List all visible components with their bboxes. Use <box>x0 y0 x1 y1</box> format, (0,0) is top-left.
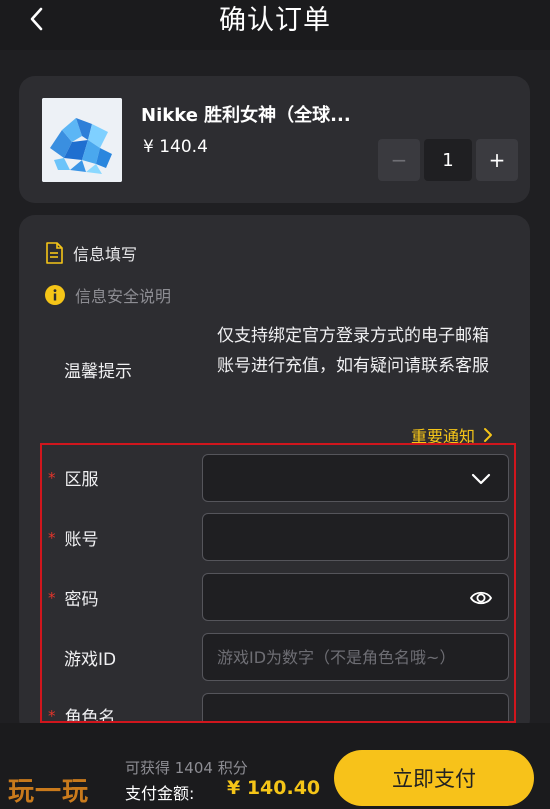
watermark-logo: 玩一玩 <box>8 777 90 807</box>
safety-note-label: 信息安全说明 <box>75 287 172 306</box>
info-icon <box>45 285 65 305</box>
back-button[interactable] <box>22 4 50 34</box>
info-section-header: 信息填写 <box>45 241 137 265</box>
tip-label: 温馨提示 <box>64 362 132 382</box>
quantity-value[interactable]: 1 <box>424 139 472 181</box>
tip-text: 仅支持绑定官方登录方式的电子邮箱账号进行充值，如有疑问请联系客服 <box>217 326 489 376</box>
quantity-stepper: − 1 + <box>378 139 518 181</box>
product-card: Nikke 胜利女神（全球... ¥ 140.4 − 1 + <box>19 76 530 203</box>
info-section-title: 信息填写 <box>73 245 138 264</box>
product-name: Nikke 胜利女神（全球... <box>141 105 351 126</box>
decrease-quantity-button[interactable]: − <box>378 139 420 181</box>
reward-points: 可获得 1404 积分 <box>125 759 248 777</box>
pay-now-button[interactable]: 立即支付 <box>334 750 534 806</box>
page-title: 确认订单 <box>219 4 331 36</box>
chevron-left-icon <box>30 7 43 31</box>
chevron-right-icon <box>484 428 493 442</box>
total-label: 支付金额: <box>125 784 195 803</box>
top-bar: 确认订单 <box>0 0 550 50</box>
highlight-frame <box>40 443 516 723</box>
checkout-bar: 玩一玩 可获得 1404 积分 支付金额: ¥ 140.40 立即支付 <box>0 723 550 809</box>
product-image <box>42 98 122 182</box>
safety-note[interactable]: 信息安全说明 <box>45 283 171 307</box>
total-amount: ¥ 140.40 <box>227 777 321 799</box>
product-price: ¥ 140.4 <box>143 137 208 157</box>
document-icon <box>46 242 63 264</box>
increase-quantity-button[interactable]: + <box>476 139 518 181</box>
